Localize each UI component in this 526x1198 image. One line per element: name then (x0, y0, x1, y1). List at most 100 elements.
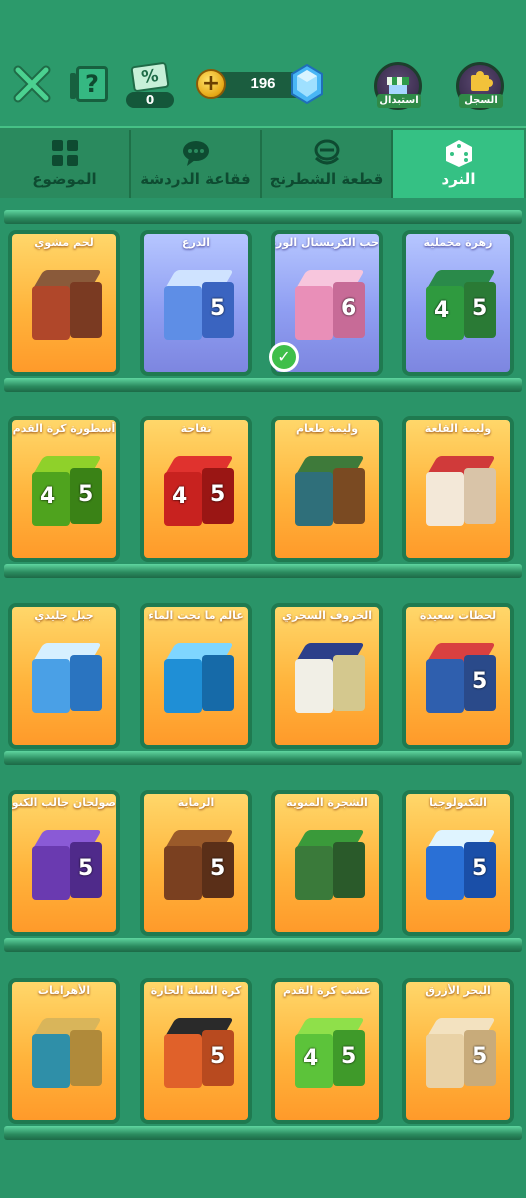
shelf-divider (4, 378, 522, 392)
tab-chess-piece-label: قطعة الشطرنج (269, 170, 384, 188)
shelf-divider (4, 751, 522, 765)
discount-coupon-button[interactable]: % 0 (126, 61, 174, 110)
dice-skin-name: كرة السلة الحارة (150, 984, 242, 997)
dice-skin-name: التكنولوجيا (429, 796, 487, 809)
dice-skin-name: الشجرة المنوية (286, 796, 368, 809)
dice-face-number: 5 (472, 296, 488, 321)
dice-preview-icon (32, 643, 102, 715)
dice-preview-icon: 45 (295, 1018, 365, 1090)
dice-preview-icon: 45 (426, 270, 496, 342)
dice-face-number: 4 (40, 484, 56, 509)
dice-preview-icon (32, 270, 102, 342)
gem-icon (291, 64, 323, 104)
dice-preview-icon: 5 (426, 830, 496, 902)
dice-skin-name: البحر الأزرق (425, 984, 491, 997)
dice-skin-card[interactable]: الدرع 5 (140, 230, 252, 376)
dice-face-number: 5 (210, 296, 226, 321)
dice-skin-card[interactable]: عالم ما تحت الماء (140, 603, 252, 749)
exchange-button[interactable]: استبدال (374, 62, 424, 112)
coupon-icon: % (130, 61, 170, 93)
dice-skin-name: جبل جليدي (34, 609, 94, 622)
help-button[interactable]: ? (70, 66, 108, 102)
dice-preview-icon: 5 (164, 270, 234, 342)
dice-collection-grid: زهرة مخملية45حب الكريستال الوردي6✓الدرع5… (0, 198, 526, 1198)
dice-skin-card[interactable]: لحظات سعيدة 5 (402, 603, 514, 749)
tab-chess-piece[interactable]: قطعة الشطرنج (262, 130, 393, 198)
dice-face-number: 5 (210, 482, 226, 507)
dice-skin-card[interactable]: لحم مشوي (8, 230, 120, 376)
dice-skin-name: حب الكريستال الوردي (275, 236, 379, 249)
dice-skin-card[interactable]: زهرة مخملية 4 5 (402, 230, 514, 376)
dice-skin-name: أسطورة كرة القدم (12, 422, 116, 435)
dice-preview-icon: 5 (164, 1018, 234, 1090)
tab-theme-label: الموضوع (32, 170, 97, 188)
dice-face-number: 4 (172, 484, 188, 509)
dice-skin-name: تفاحة (180, 422, 212, 435)
dice-preview-icon: 5 (426, 1018, 496, 1090)
add-coins-button[interactable]: + (196, 69, 226, 99)
grid-icon (51, 140, 78, 166)
dice-skin-card[interactable]: وليمة القلعة (402, 416, 514, 562)
dice-skin-name: زهرة مخملية (423, 236, 493, 249)
dice-preview-icon (295, 456, 365, 528)
dice-skin-name: الرماية (177, 796, 215, 809)
dice-preview-icon (164, 643, 234, 715)
dice-skin-card[interactable]: الشجرة المنوية (271, 790, 383, 936)
dice-skin-card[interactable]: الرماية 5 (140, 790, 252, 936)
dice-skin-name: وليمة القلعة (424, 422, 492, 435)
dice-skin-name: الأهرامات (37, 984, 91, 997)
dice-face-number: 5 (472, 856, 488, 881)
shelf-divider (4, 210, 522, 224)
shelf-divider (4, 938, 522, 952)
dice-skin-name: صولجان جالب الكنوز (12, 796, 116, 809)
dice-preview-icon (32, 1018, 102, 1090)
dice-skin-card[interactable]: أسطورة كرة القدم 4 5 (8, 416, 120, 562)
shelf-divider (4, 1126, 522, 1140)
dice-preview-icon (295, 830, 365, 902)
dice-face-number: 5 (78, 482, 94, 507)
dice-face-number: 5 (472, 1044, 488, 1069)
tab-theme[interactable]: الموضوع (0, 130, 131, 198)
close-button[interactable] (12, 64, 52, 104)
dice-skin-name: عالم ما تحت الماء (148, 609, 244, 622)
dice-preview-icon: 6 (295, 270, 365, 342)
coupon-count: 0 (126, 92, 174, 108)
dice-skin-card[interactable]: صولجان جالب الكنوز 5 (8, 790, 120, 936)
chat-bubble-icon (182, 141, 209, 166)
shelf-divider (4, 564, 522, 578)
dice-skin-card[interactable]: جبل جليدي (8, 603, 120, 749)
dice-face-number: 5 (210, 856, 226, 881)
dice-skin-card[interactable]: عشب كرة القدم 4 5 (271, 978, 383, 1124)
dice-skin-card[interactable]: تفاحة 4 5 (140, 416, 252, 562)
dice-preview-icon: 45 (32, 456, 102, 528)
dice-skin-card[interactable]: الأهرامات (8, 978, 120, 1124)
dice-skin-card[interactable]: التكنولوجيا 5 (402, 790, 514, 936)
dice-skin-card[interactable]: البحر الأزرق 5 (402, 978, 514, 1124)
tab-dice[interactable]: النرد (393, 130, 524, 198)
dice-skin-name: وليمة طعام (295, 422, 359, 435)
dice-skin-card[interactable]: وليمة طعام (271, 416, 383, 562)
tab-chat-bubble[interactable]: فقاعة الدردشة (131, 130, 262, 198)
coin-balance: + 196 (196, 64, 323, 104)
dice-skin-name: لحم مشوي (34, 236, 94, 249)
tab-dice-label: النرد (441, 170, 476, 188)
coin-amount: 196 (250, 75, 276, 92)
dice-skin-card[interactable]: كرة السلة الحارة 5 (140, 978, 252, 1124)
dice-face-number: 4 (303, 1046, 319, 1071)
dice-skin-name: عشب كرة القدم (283, 984, 371, 997)
exchange-label: استبدال (377, 94, 421, 108)
dice-face-number: 5 (78, 856, 94, 881)
dice-preview-icon: 45 (164, 456, 234, 528)
close-icon (13, 65, 51, 103)
dice-skin-name: لحظات سعيدة (419, 609, 497, 622)
dice-skin-name: الدرع (181, 236, 211, 249)
dice-preview-icon (426, 456, 496, 528)
top-bar: ? % 0 + 196 استبدال السجل (0, 0, 526, 122)
dice-skin-card[interactable]: الخروف السحري (271, 603, 383, 749)
dice-icon (445, 140, 472, 167)
dice-face-number: 5 (472, 669, 488, 694)
history-button[interactable]: السجل (456, 62, 506, 112)
dice-face-number: 5 (210, 1044, 226, 1069)
dice-skin-name: الخروف السحري (281, 609, 373, 622)
dice-preview-icon: 5 (164, 830, 234, 902)
